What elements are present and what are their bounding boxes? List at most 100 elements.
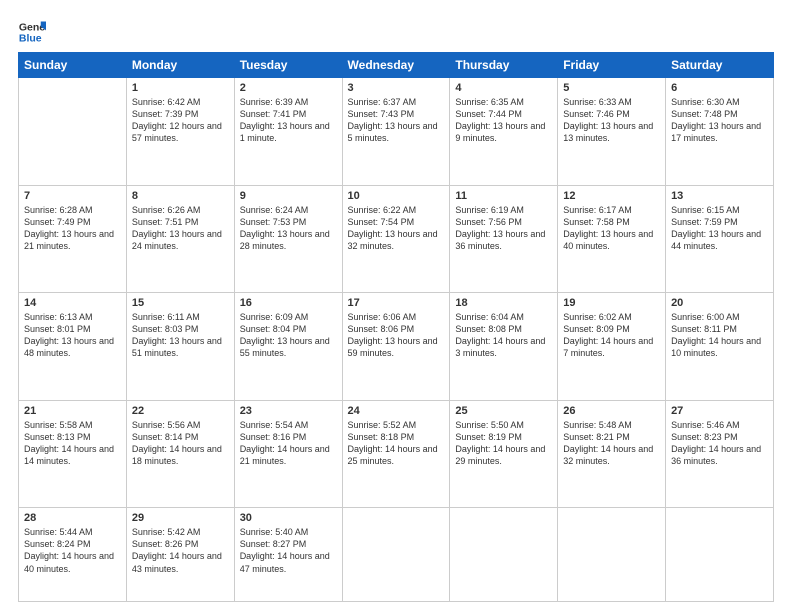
calendar-cell: 22 Sunrise: 5:56 AMSunset: 8:14 PMDayligh…	[126, 400, 234, 508]
calendar-cell: 13 Sunrise: 6:15 AMSunset: 7:59 PMDayligh…	[666, 185, 774, 293]
day-number: 16	[240, 297, 337, 309]
cell-detail: Sunrise: 6:13 AMSunset: 8:01 PMDaylight:…	[24, 311, 121, 360]
day-number: 17	[348, 297, 445, 309]
calendar-cell: 15Sunrise: 6:11 AMSunset: 8:03 PMDayligh…	[126, 293, 234, 401]
day-number: 7	[24, 190, 121, 202]
calendar-cell: 2Sunrise: 6:39 AMSunset: 7:41 PMDaylight…	[234, 78, 342, 186]
day-number: 11	[455, 190, 552, 202]
weekday-header-cell: Saturday	[666, 53, 774, 78]
page: General Blue SundayMondayTuesdayWednesda…	[0, 0, 792, 612]
calendar-week-row: 14 Sunrise: 6:13 AMSunset: 8:01 PMDayligh…	[19, 293, 774, 401]
cell-detail: Sunrise: 5:42 AMSunset: 8:26 PMDaylight:…	[132, 526, 229, 575]
cell-detail: Sunrise: 6:39 AMSunset: 7:41 PMDaylight:…	[240, 96, 337, 145]
weekday-header-cell: Tuesday	[234, 53, 342, 78]
cell-detail: Sunrise: 5:56 AMSunset: 8:14 PMDaylight:…	[132, 419, 229, 468]
calendar-cell: 16 Sunrise: 6:09 AMSunset: 8:04 PMDayligh…	[234, 293, 342, 401]
cell-detail: Sunrise: 5:50 AMSunset: 8:19 PMDaylight:…	[455, 419, 552, 468]
calendar-cell	[450, 508, 558, 602]
day-number: 14	[24, 297, 121, 309]
day-number: 4	[455, 82, 552, 94]
cell-detail: Sunrise: 6:42 AMSunset: 7:39 PMDaylight:…	[132, 96, 229, 145]
cell-detail: Sunrise: 6:02 AMSunset: 8:09 PMDaylight:…	[563, 311, 660, 360]
day-number: 10	[348, 190, 445, 202]
cell-detail: Sunrise: 6:24 AMSunset: 7:53 PMDaylight:…	[240, 204, 337, 253]
calendar-cell: 29 Sunrise: 5:42 AMSunset: 8:26 PMDayligh…	[126, 508, 234, 602]
cell-detail: Sunrise: 5:44 AMSunset: 8:24 PMDaylight:…	[24, 526, 121, 575]
cell-detail: Sunrise: 6:06 AMSunset: 8:06 PMDaylight:…	[348, 311, 445, 360]
calendar-cell: 20 Sunrise: 6:00 AMSunset: 8:11 PMDayligh…	[666, 293, 774, 401]
cell-detail: Sunrise: 6:35 AMSunset: 7:44 PMDaylight:…	[455, 96, 552, 145]
calendar-cell: 3 Sunrise: 6:37 AMSunset: 7:43 PMDaylight…	[342, 78, 450, 186]
svg-text:Blue: Blue	[19, 33, 42, 45]
day-number: 21	[24, 405, 121, 417]
day-number: 22	[132, 405, 229, 417]
calendar-cell	[19, 78, 127, 186]
cell-detail: Sunrise: 6:30 AMSunset: 7:48 PMDaylight:…	[671, 96, 768, 145]
cell-detail: Sunrise: 6:37 AMSunset: 7:43 PMDaylight:…	[348, 96, 445, 145]
calendar-cell: 26 Sunrise: 5:48 AMSunset: 8:21 PMDayligh…	[558, 400, 666, 508]
weekday-header-cell: Friday	[558, 53, 666, 78]
cell-detail: Sunrise: 6:33 AMSunset: 7:46 PMDaylight:…	[563, 96, 660, 145]
day-number: 24	[348, 405, 445, 417]
cell-detail: Sunrise: 6:28 AMSunset: 7:49 PMDaylight:…	[24, 204, 121, 253]
calendar-cell	[666, 508, 774, 602]
calendar-cell: 8Sunrise: 6:26 AMSunset: 7:51 PMDaylight…	[126, 185, 234, 293]
cell-detail: Sunrise: 5:40 AMSunset: 8:27 PMDaylight:…	[240, 526, 337, 575]
weekday-header-cell: Monday	[126, 53, 234, 78]
day-number: 25	[455, 405, 552, 417]
day-number: 12	[563, 190, 660, 202]
day-number: 28	[24, 512, 121, 524]
cell-detail: Sunrise: 5:46 AMSunset: 8:23 PMDaylight:…	[671, 419, 768, 468]
weekday-header-cell: Sunday	[19, 53, 127, 78]
day-number: 3	[348, 82, 445, 94]
cell-detail: Sunrise: 6:09 AMSunset: 8:04 PMDaylight:…	[240, 311, 337, 360]
calendar-cell: 25 Sunrise: 5:50 AMSunset: 8:19 PMDayligh…	[450, 400, 558, 508]
day-number: 26	[563, 405, 660, 417]
day-number: 30	[240, 512, 337, 524]
day-number: 1	[132, 82, 229, 94]
cell-detail: Sunrise: 5:54 AMSunset: 8:16 PMDaylight:…	[240, 419, 337, 468]
day-number: 13	[671, 190, 768, 202]
weekday-header-cell: Wednesday	[342, 53, 450, 78]
calendar-cell	[558, 508, 666, 602]
day-number: 19	[563, 297, 660, 309]
day-number: 9	[240, 190, 337, 202]
calendar-cell: 19 Sunrise: 6:02 AMSunset: 8:09 PMDayligh…	[558, 293, 666, 401]
calendar-cell: 18 Sunrise: 6:04 AMSunset: 8:08 PMDayligh…	[450, 293, 558, 401]
day-number: 6	[671, 82, 768, 94]
logo-icon: General Blue	[18, 18, 46, 46]
calendar-cell: 30 Sunrise: 5:40 AMSunset: 8:27 PMDayligh…	[234, 508, 342, 602]
cell-detail: Sunrise: 6:04 AMSunset: 8:08 PMDaylight:…	[455, 311, 552, 360]
calendar-cell: 10Sunrise: 6:22 AMSunset: 7:54 PMDayligh…	[342, 185, 450, 293]
day-number: 23	[240, 405, 337, 417]
calendar: SundayMondayTuesdayWednesdayThursdayFrid…	[18, 52, 774, 602]
calendar-week-row: 28 Sunrise: 5:44 AMSunset: 8:24 PMDayligh…	[19, 508, 774, 602]
calendar-cell: 14 Sunrise: 6:13 AMSunset: 8:01 PMDayligh…	[19, 293, 127, 401]
cell-detail: Sunrise: 6:19 AMSunset: 7:56 PMDaylight:…	[455, 204, 552, 253]
day-number: 8	[132, 190, 229, 202]
logo: General Blue	[18, 18, 46, 46]
calendar-cell: 21 Sunrise: 5:58 AMSunset: 8:13 PMDayligh…	[19, 400, 127, 508]
calendar-week-row: 21 Sunrise: 5:58 AMSunset: 8:13 PMDayligh…	[19, 400, 774, 508]
cell-detail: Sunrise: 6:00 AMSunset: 8:11 PMDaylight:…	[671, 311, 768, 360]
calendar-cell: 12Sunrise: 6:17 AMSunset: 7:58 PMDayligh…	[558, 185, 666, 293]
cell-detail: Sunrise: 5:48 AMSunset: 8:21 PMDaylight:…	[563, 419, 660, 468]
calendar-cell: 23 Sunrise: 5:54 AMSunset: 8:16 PMDayligh…	[234, 400, 342, 508]
calendar-week-row: 7 Sunrise: 6:28 AMSunset: 7:49 PMDaylight…	[19, 185, 774, 293]
calendar-cell: 4 Sunrise: 6:35 AMSunset: 7:44 PMDaylight…	[450, 78, 558, 186]
calendar-cell: 24 Sunrise: 5:52 AMSunset: 8:18 PMDayligh…	[342, 400, 450, 508]
cell-detail: Sunrise: 5:58 AMSunset: 8:13 PMDaylight:…	[24, 419, 121, 468]
day-number: 18	[455, 297, 552, 309]
calendar-cell: 5Sunrise: 6:33 AMSunset: 7:46 PMDaylight…	[558, 78, 666, 186]
calendar-cell: 9 Sunrise: 6:24 AMSunset: 7:53 PMDaylight…	[234, 185, 342, 293]
calendar-cell: 17 Sunrise: 6:06 AMSunset: 8:06 PMDayligh…	[342, 293, 450, 401]
calendar-cell: 1 Sunrise: 6:42 AMSunset: 7:39 PMDaylight…	[126, 78, 234, 186]
day-number: 15	[132, 297, 229, 309]
cell-detail: Sunrise: 5:52 AMSunset: 8:18 PMDaylight:…	[348, 419, 445, 468]
day-number: 29	[132, 512, 229, 524]
header: General Blue	[18, 18, 774, 46]
calendar-cell	[342, 508, 450, 602]
calendar-cell: 7 Sunrise: 6:28 AMSunset: 7:49 PMDaylight…	[19, 185, 127, 293]
day-number: 20	[671, 297, 768, 309]
cell-detail: Sunrise: 6:15 AMSunset: 7:59 PMDaylight:…	[671, 204, 768, 253]
